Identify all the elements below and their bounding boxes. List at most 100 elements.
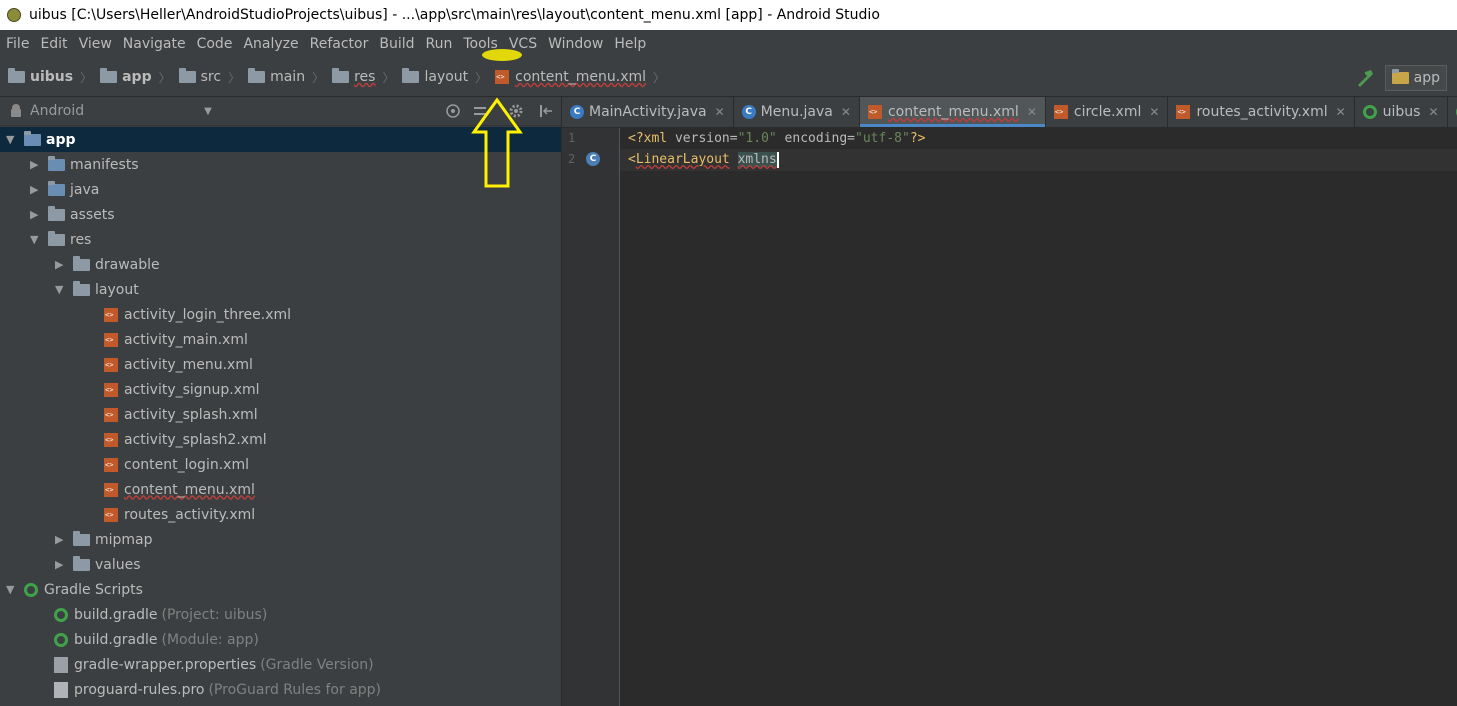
layout-file-item[interactable]: routes_activity.xml: [0, 502, 561, 527]
menu-vcs[interactable]: VCS: [509, 36, 537, 52]
menu-help[interactable]: Help: [614, 36, 646, 52]
xml-file-icon: [867, 105, 882, 119]
gradle-file-item[interactable]: gradle-wrapper.properties (Gradle Versio…: [0, 652, 561, 677]
gear-icon[interactable]: [508, 103, 524, 119]
breadcrumb-app[interactable]: app 〉: [100, 68, 171, 86]
tree-item-assets[interactable]: ▶ assets: [0, 202, 561, 227]
tree-item-drawable[interactable]: ▶ drawable: [0, 252, 561, 277]
menu-navigate[interactable]: Navigate: [123, 36, 186, 52]
layout-file-item[interactable]: content_menu.xml: [0, 477, 561, 502]
gradle-file-item[interactable]: proguard-rules.pro (ProGuard Rules for a…: [0, 677, 561, 702]
tree-item-mipmap[interactable]: ▶ mipmap: [0, 527, 561, 552]
chevron-down-icon[interactable]: ▼: [204, 106, 212, 117]
xml-file-icon: [104, 457, 118, 472]
close-icon[interactable]: ✕: [1149, 105, 1159, 119]
layout-file-item[interactable]: activity_splash.xml: [0, 402, 561, 427]
collapsed-arrow-icon: ▶: [30, 183, 39, 196]
breadcrumb-uibus[interactable]: uibus 〉: [8, 68, 92, 86]
module-folder-icon: [100, 68, 118, 83]
window-title: uibus [C:\Users\Heller\AndroidStudioProj…: [29, 7, 880, 23]
project-tool-window: Android ▼ ▼ app ▶ manifests ▶ java ▶ ass…: [0, 97, 562, 706]
code-token: ?>: [909, 131, 926, 146]
xml-file-icon: [104, 482, 118, 497]
code-token: "utf-8": [855, 131, 910, 146]
menu-tools[interactable]: Tools: [463, 36, 498, 52]
layout-file-item[interactable]: content_login.xml: [0, 452, 561, 477]
breadcrumb-file[interactable]: content_menu.xml 〉: [495, 69, 665, 86]
code-area[interactable]: <?xml version="1.0" encoding="utf-8"?> <…: [620, 128, 1457, 706]
tab-uibus[interactable]: uibus ✕: [1355, 97, 1448, 127]
menu-code[interactable]: Code: [197, 36, 233, 52]
layout-file-item[interactable]: activity_main.xml: [0, 327, 561, 352]
gradle-file-item[interactable]: build.gradle (Project: uibus): [0, 602, 561, 627]
breadcrumb-label: res: [354, 69, 376, 85]
file-label: routes_activity.xml: [124, 506, 256, 523]
menu-build[interactable]: Build: [379, 36, 414, 52]
hide-panel-icon[interactable]: [538, 103, 554, 119]
close-icon[interactable]: ✕: [715, 105, 725, 119]
close-icon[interactable]: ✕: [1336, 105, 1346, 119]
xml-file-icon: [1176, 105, 1191, 119]
toolbar-right: app: [1355, 65, 1447, 91]
breadcrumb-label: app: [122, 69, 152, 85]
tab-circle[interactable]: circle.xml ✕: [1046, 97, 1169, 127]
file-label: activity_login_three.xml: [124, 306, 292, 323]
project-view-mode[interactable]: Android: [30, 103, 84, 119]
file-label: content_login.xml: [124, 456, 249, 473]
build-hammer-icon[interactable]: [1355, 68, 1375, 88]
tree-item-gradle-scripts[interactable]: ▼ Gradle Scripts: [0, 577, 561, 602]
tree-item-res[interactable]: ▼ res: [0, 227, 561, 252]
menu-file[interactable]: File: [6, 36, 29, 52]
breadcrumb-main[interactable]: main 〉: [248, 68, 325, 86]
folder-icon: [48, 155, 65, 171]
menu-window[interactable]: Window: [548, 36, 603, 52]
tab-label: content_menu.xml: [887, 104, 1019, 120]
file-label: activity_signup.xml: [124, 381, 260, 398]
layout-file-item[interactable]: activity_menu.xml: [0, 352, 561, 377]
tab-menu[interactable]: C Menu.java ✕: [734, 97, 860, 127]
android-icon: [11, 104, 21, 117]
tree-item-java[interactable]: ▶ java: [0, 177, 561, 202]
tab-routes-activity[interactable]: routes_activity.xml ✕: [1168, 97, 1355, 127]
layout-file-item[interactable]: activity_splash2.xml: [0, 427, 561, 452]
layout-file-item[interactable]: activity_signup.xml: [0, 377, 561, 402]
tree-item-layout[interactable]: ▼ layout: [0, 277, 561, 302]
gradle-file-item[interactable]: build.gradle (Module: app): [0, 627, 561, 652]
menu-analyze[interactable]: Analyze: [243, 36, 298, 52]
menu-view[interactable]: View: [79, 36, 112, 52]
tab-overflow[interactable]: [1448, 97, 1457, 127]
tree-item-values[interactable]: ▶ values: [0, 552, 561, 577]
line-number: 1: [568, 131, 576, 145]
menu-edit[interactable]: Edit: [40, 36, 67, 52]
file-hint: (Gradle Version): [260, 656, 374, 673]
run-config-selector[interactable]: app: [1384, 65, 1447, 91]
breadcrumb-res[interactable]: res 〉: [332, 68, 394, 86]
collapsed-arrow-icon: ▶: [55, 533, 64, 546]
tab-content-menu[interactable]: content_menu.xml ✕: [859, 97, 1046, 127]
tab-mainactivity[interactable]: C MainActivity.java ✕: [562, 97, 734, 127]
chevron-right-icon: 〉: [475, 70, 488, 85]
collapse-all-icon[interactable]: [472, 103, 488, 119]
window-title-bar: uibus [C:\Users\Heller\AndroidStudioProj…: [0, 0, 1457, 30]
file-label: gradle-wrapper.properties: [74, 656, 257, 673]
gradle-icon: [1362, 105, 1377, 119]
chevron-right-icon: 〉: [312, 70, 325, 85]
breadcrumb-src[interactable]: src 〉: [178, 68, 240, 86]
tree-item-manifests[interactable]: ▶ manifests: [0, 152, 561, 177]
code-token: <: [628, 152, 636, 167]
tree-item-app[interactable]: ▼ app: [0, 127, 561, 152]
tree-item-label: manifests: [70, 156, 139, 173]
class-gutter-icon[interactable]: C: [586, 152, 600, 166]
menu-bar: File Edit View Navigate Code Analyze Ref…: [0, 30, 1457, 58]
menu-run[interactable]: Run: [426, 36, 453, 52]
close-icon[interactable]: ✕: [1027, 105, 1037, 119]
scroll-from-source-icon[interactable]: [445, 103, 461, 119]
breadcrumb-layout[interactable]: layout 〉: [402, 68, 488, 86]
breadcrumb-label: content_menu.xml: [515, 69, 647, 85]
folder-icon: [48, 180, 65, 196]
menu-refactor[interactable]: Refactor: [310, 36, 369, 52]
close-icon[interactable]: ✕: [841, 105, 851, 119]
close-icon[interactable]: ✕: [1428, 105, 1438, 119]
layout-file-item[interactable]: activity_login_three.xml: [0, 302, 561, 327]
